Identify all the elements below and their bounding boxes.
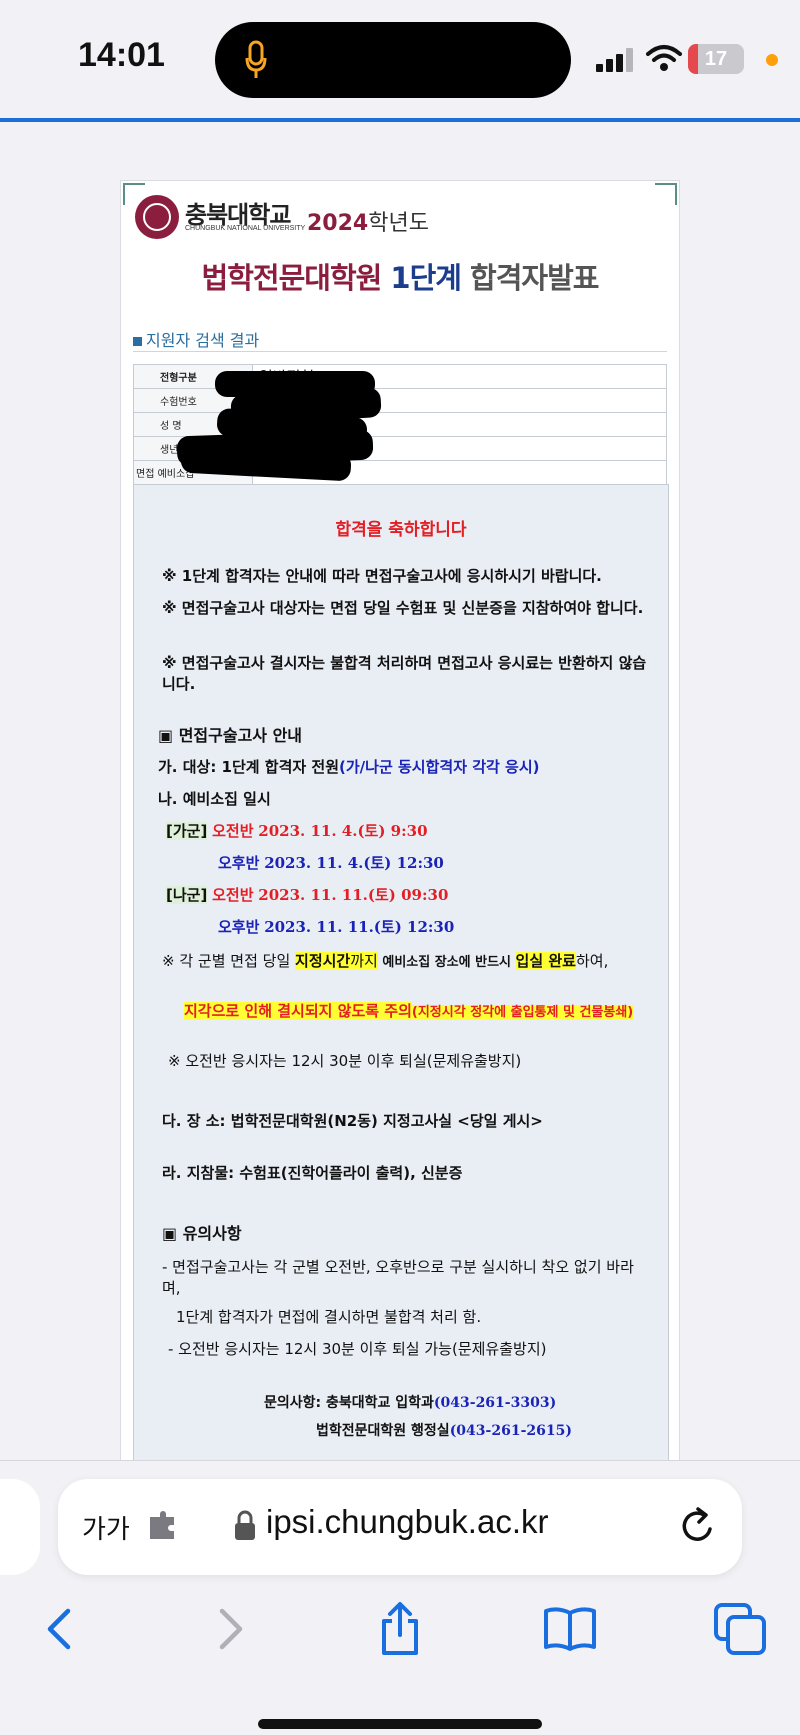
battery-level: 17 (704, 48, 728, 70)
address-bar[interactable]: 가가 ipsi.chungbuk.ac.kr (58, 1479, 742, 1575)
session: 오전반 (212, 886, 254, 904)
caution-3: - 오전반 응시자는 12시 30분 이후 퇴실 가능(문제유출방지) (168, 1340, 547, 1358)
caution-2: 1단계 합격자가 면접에 결시하면 불합격 처리 함. (176, 1308, 482, 1326)
battery-indicator: 17 (688, 44, 744, 74)
notice-panel: 합격을 축하합니다 ※ 1단계 합격자는 안내에 따라 면접구술고사에 응시하시… (133, 484, 669, 1463)
forward-icon[interactable] (200, 1599, 260, 1659)
interview-target: 가. 대상: 1단계 합격자 전원(가/나군 동시합격자 각각 응시) (158, 757, 648, 778)
university-emblem-icon (135, 195, 179, 239)
year-number: 2024 (307, 211, 369, 236)
exam-items: 라. 지참물: 수험표(진학어플라이 출력), 신분증 (162, 1164, 463, 1182)
note-2: ※ 면접구술고사 대상자는 면접 당일 수험표 및 신분증을 지참하여야 합니다… (162, 599, 644, 617)
note-3: ※ 면접구술고사 결시자는 불합격 처리하며 면접고사 응시료는 반환하지 않습… (162, 654, 647, 693)
schedule-row: [나군] 오전반 2023. 11. 11.(토) 09:30 (166, 885, 656, 906)
interview-guide-title: ▣ 면접구술고사 안내 (158, 726, 303, 745)
extension-icon[interactable] (146, 1509, 180, 1543)
session: 오후반 (218, 854, 260, 872)
table-row: 성 명 (133, 412, 667, 437)
bullet-square-icon (133, 337, 142, 346)
group-tag: [가군] (166, 822, 208, 840)
datetime: 2023. 11. 4.(토) 9:30 (258, 822, 428, 840)
contact-lawschool: 법학전문대학원 행정실(043-261-2615) (316, 1421, 800, 1442)
congrats-message: 합격을 축하합니다 (335, 520, 467, 540)
session: 오후반 (218, 918, 260, 936)
session: 오전반 (212, 822, 254, 840)
schedule-row: 오후반 2023. 11. 11.(토) 12:30 (218, 917, 708, 938)
arrival-note: ※ 각 군별 면접 당일 지정시간까지 예비소집 장소에 반드시 입실 완료하여… (162, 951, 652, 973)
datetime: 2023. 11. 11.(토) 09:30 (258, 886, 449, 904)
url-text[interactable]: ipsi.chungbuk.ac.kr (266, 1503, 548, 1541)
bookmarks-icon[interactable] (540, 1599, 600, 1659)
morning-exit-note: ※ 오전반 응시자는 12시 30분 이후 퇴실(문제유출방지) (168, 1052, 522, 1070)
contact-phone: (043-261-3303) (433, 1395, 557, 1411)
page-load-bar (0, 118, 800, 122)
previous-tab-card[interactable] (0, 1479, 40, 1575)
university-name-eng: CHUNGBUK NATIONAL UNIVERSITY (185, 225, 306, 232)
title-stage: 1단계 (390, 261, 462, 295)
schedule-label: 나. 예비소집 일시 (158, 790, 271, 808)
target-note: (가/나군 동시합격자 각각 응시) (339, 758, 540, 776)
section-title-text: 지원자 검색 결과 (146, 331, 260, 350)
tabs-icon[interactable] (710, 1599, 770, 1659)
divider (133, 351, 667, 352)
privacy-indicator (766, 54, 778, 66)
datetime: 2023. 11. 11.(토) 12:30 (264, 918, 455, 936)
year-suffix: 학년도 (368, 211, 429, 236)
lock-icon (235, 1510, 255, 1540)
datetime: 2023. 11. 4.(토) 12:30 (264, 854, 444, 872)
signal-icon (596, 48, 633, 72)
browser-bottom-bar: 가가 ipsi.chungbuk.ac.kr (0, 1460, 800, 1735)
note-1: ※ 1단계 합격자는 안내에 따라 면접구술고사에 응시하시기 바랍니다. (162, 567, 602, 585)
table-row: 전형구분일반전형 (133, 364, 667, 389)
exam-place: 다. 장 소: 법학전문대학원(N2동) 지정고사실 <당일 게시> (162, 1112, 543, 1130)
academic-year: 2024학년도 (307, 205, 429, 237)
contact-label: 법학전문대학원 행정실 (316, 1423, 450, 1439)
late-warning-detail: (지정시각 정각에 출입통제 및 건물봉쇄) (411, 1005, 634, 1020)
schedule-row: [가군] 오전반 2023. 11. 4.(토) 9:30 (166, 821, 656, 842)
caution-title: ▣ 유의사항 (162, 1224, 242, 1243)
corner-mark (655, 183, 677, 205)
arrive-highlight: 입실 완료 (515, 952, 576, 970)
arrive-text: 하여, (575, 952, 609, 970)
mic-icon (245, 40, 267, 78)
status-bar: 14:01 17 (0, 0, 800, 118)
wifi-icon (646, 45, 682, 71)
arrive-highlight: 지정시간 (295, 952, 351, 970)
text-size-button[interactable]: 가가 (82, 1509, 130, 1546)
group-tag: [나군] (166, 886, 208, 904)
share-icon[interactable] (370, 1599, 430, 1659)
late-warning: 지각으로 인해 결시되지 않도록 주의(지정시각 정각에 출입통제 및 건물봉쇄… (162, 1001, 652, 1023)
contact-phone: (043-261-2615) (449, 1423, 572, 1439)
contact-label: 문의사항: 충북대학교 입학과 (264, 1395, 434, 1411)
dynamic-island (215, 22, 571, 98)
title-announce: 합격자발표 (460, 261, 599, 295)
title-school: 법학전문대학원 (201, 261, 391, 295)
schedule-row: 오후반 2023. 11. 4.(토) 12:30 (218, 853, 708, 874)
result-document: 충북대학교 CHUNGBUK NATIONAL UNIVERSITY 2024학… (120, 180, 680, 1463)
back-icon[interactable] (30, 1599, 90, 1659)
arrive-text: ※ 각 군별 면접 당일 (162, 952, 296, 970)
arrive-highlight-suffix: 까지 (350, 952, 378, 970)
reload-icon[interactable] (678, 1505, 718, 1547)
home-indicator (258, 1719, 542, 1729)
caution-1: - 면접구술고사는 각 군별 오전반, 오후반으로 구분 실시하니 착오 없기 … (162, 1258, 634, 1297)
section-title: 지원자 검색 결과 (133, 327, 259, 351)
contact-admission: 문의사항: 충북대학교 입학과(043-261-3303) (264, 1393, 754, 1414)
late-warning-main: 지각으로 인해 결시되지 않도록 주의 (184, 1002, 412, 1020)
target-label: 가. 대상: 1단계 합격자 전원 (158, 758, 340, 776)
table-row: 수험번호 (133, 388, 667, 413)
page-title: 법학전문대학원 1단계 합격자발표 (121, 255, 679, 297)
status-time: 14:01 (78, 36, 165, 74)
arrive-text: 예비소집 장소에 반드시 (377, 955, 516, 970)
